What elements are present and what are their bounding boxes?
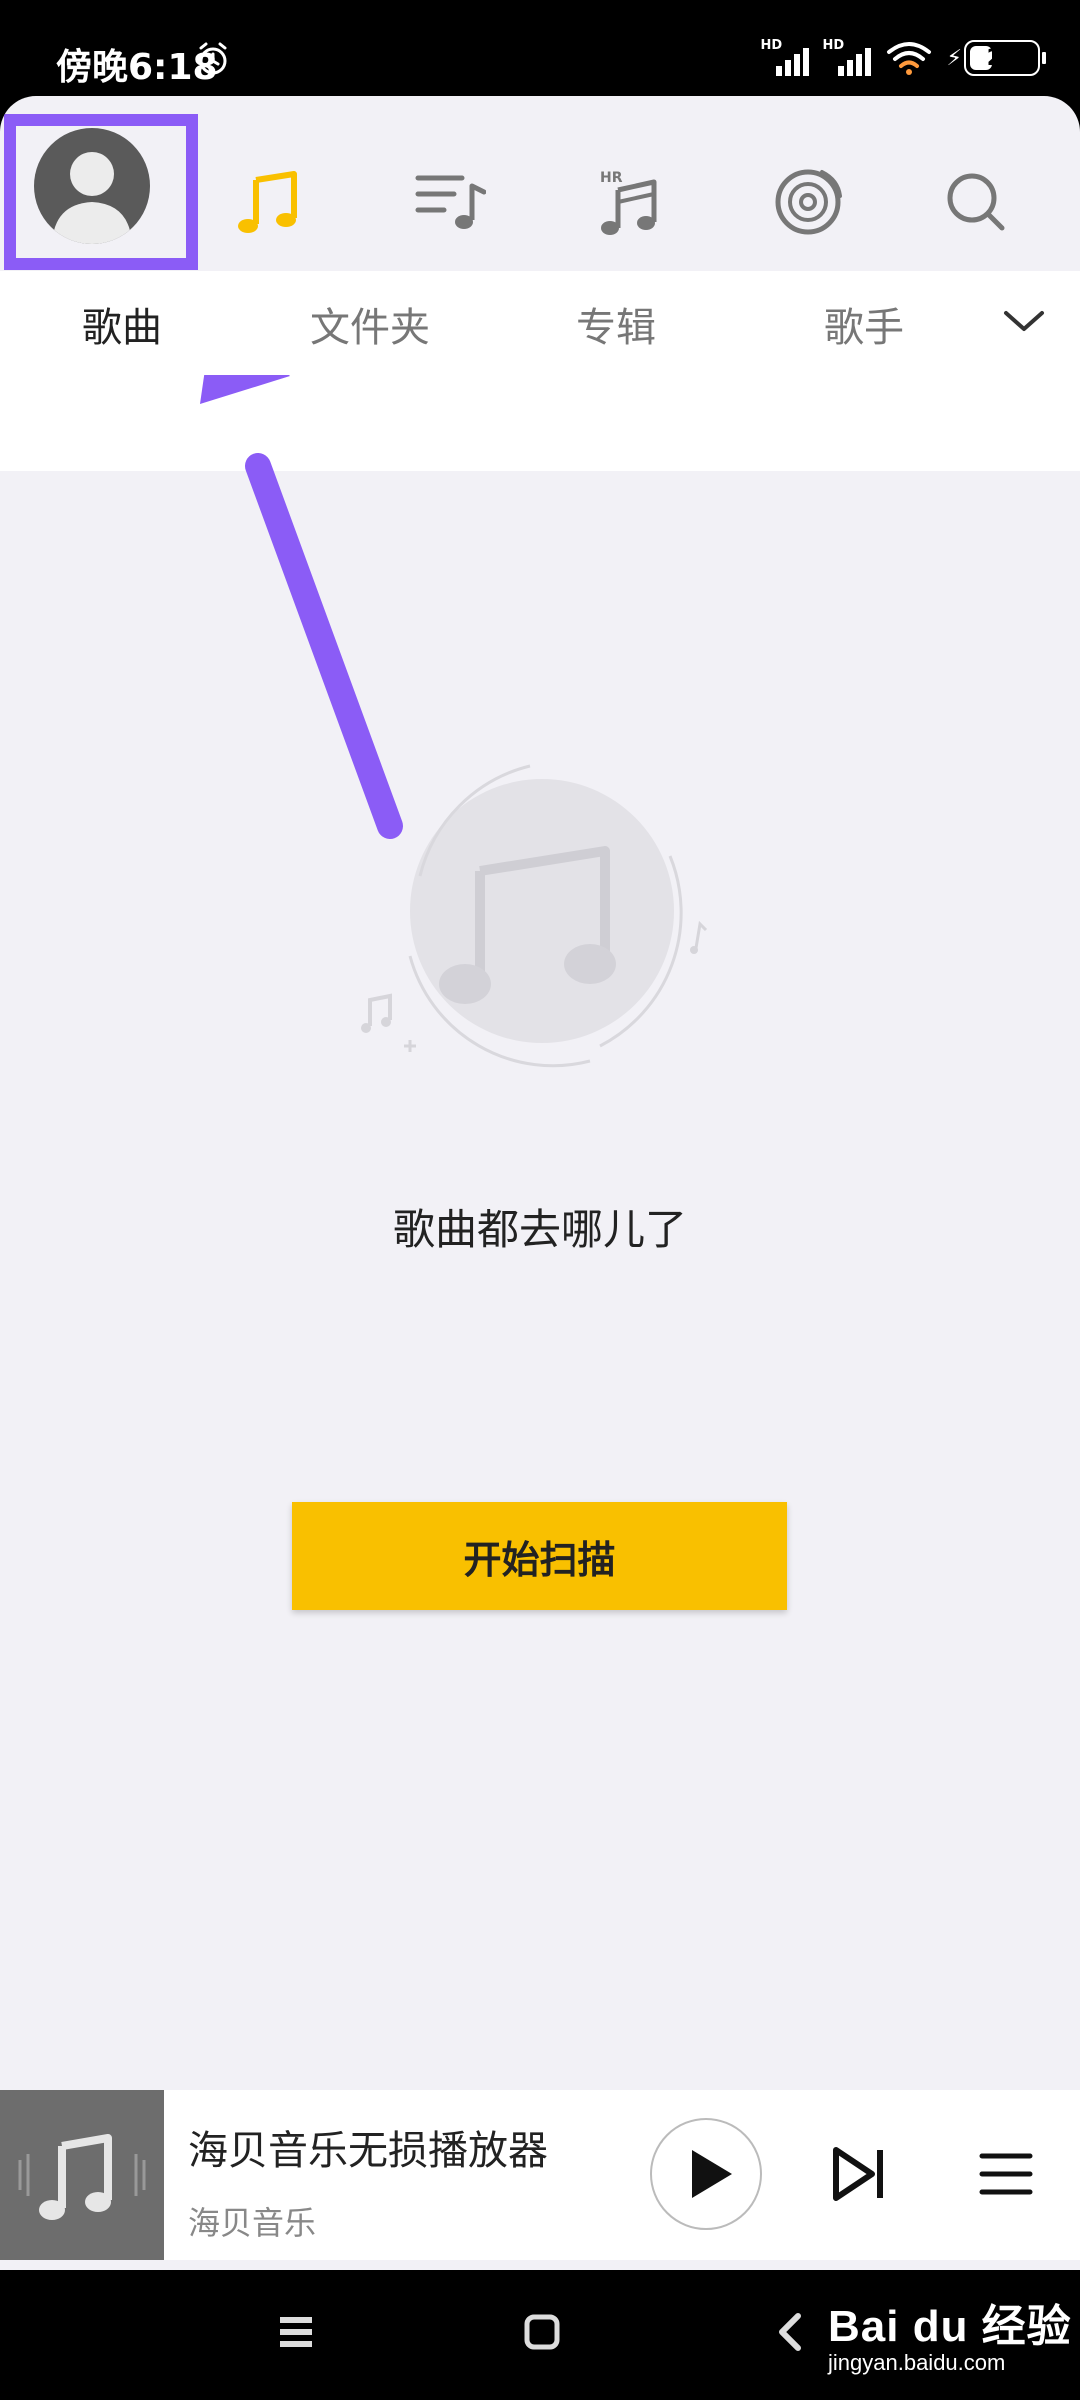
signal-sim2-icon: HD — [823, 38, 871, 78]
signal-sim1-icon: HD — [761, 38, 809, 78]
system-nav-bar: Bai du 经验 jingyan.baidu.com — [0, 2270, 1080, 2400]
tab-artists-label: 歌手 — [824, 305, 904, 351]
music-note-icon[interactable] — [234, 166, 306, 238]
empty-state-message: 歌曲都去哪儿了 — [392, 1205, 687, 1254]
hr-badge: HR — [600, 170, 623, 186]
tab-folders-label: 文件夹 — [310, 305, 430, 351]
tab-songs-label: 歌曲 — [82, 305, 162, 351]
music-disc-illustration-icon — [361, 764, 708, 1068]
recent-apps-icon[interactable] — [276, 2312, 316, 2352]
start-scan-button[interactable]: 开始扫描 — [292, 1502, 787, 1610]
search-icon[interactable] — [940, 166, 1012, 238]
tab-albums-label: 专辑 — [576, 305, 656, 351]
wifi-icon — [886, 42, 931, 75]
now-playing-title: 海贝音乐无损播放器 — [188, 2128, 548, 2174]
now-playing-artist: 海贝音乐 — [188, 2204, 317, 2242]
tabs-bar: 歌曲 文件夹 专辑 歌手 — [0, 271, 1080, 375]
status-bar: 傍晚6:18 HD HD ⚡ 26 — [0, 0, 1080, 96]
battery-level: 26 — [986, 45, 1018, 71]
back-icon[interactable] — [770, 2310, 810, 2354]
album-music-note-icon — [18, 2134, 146, 2220]
baidu-watermark: Bai du 经验 jingyan.baidu.com — [828, 2290, 1072, 2376]
hires-music-icon[interactable]: HR — [594, 166, 666, 238]
mini-player[interactable]: 海贝音乐无损播放器 海贝音乐 — [0, 2090, 1080, 2260]
annotation-highlight-box — [4, 114, 198, 270]
empty-music-illustration — [340, 716, 730, 1136]
play-icon — [692, 2150, 732, 2198]
app-screen: HR 歌曲都去哪儿了 开始扫描 海贝音乐无损播放器 海贝音乐 — [0, 96, 1080, 2270]
play-button[interactable] — [650, 2118, 762, 2230]
chevron-down-icon[interactable] — [1002, 303, 1046, 339]
charging-icon: ⚡ — [946, 45, 962, 71]
disc-radio-icon[interactable] — [772, 166, 844, 238]
playlist-queue-icon[interactable] — [978, 2146, 1034, 2202]
next-track-icon[interactable] — [826, 2142, 890, 2206]
battery-indicator: ⚡ 26 — [947, 40, 1046, 76]
album-art[interactable] — [0, 2090, 164, 2260]
home-icon[interactable] — [522, 2312, 562, 2352]
alarm-icon — [199, 42, 227, 75]
watermark-main: Bai du 经验 — [828, 2302, 1072, 2351]
playlist-icon[interactable] — [414, 166, 486, 238]
status-time: 傍晚6:18 — [56, 47, 218, 88]
